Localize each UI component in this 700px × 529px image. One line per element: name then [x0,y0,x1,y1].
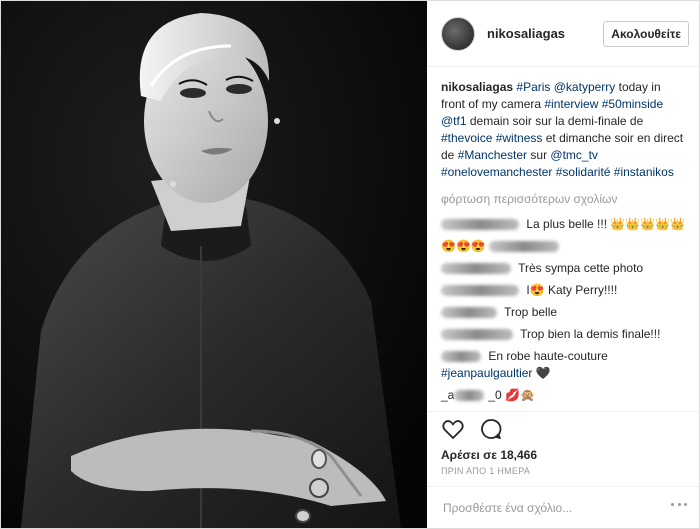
katy-perry-portrait-image [1,1,427,528]
post-photo[interactable] [1,1,427,528]
more-options-icon[interactable] [671,503,687,507]
comment-text: La plus belle !!! 👑👑👑👑👑 [526,217,686,231]
comment: Très sympa cette photo [441,260,685,277]
dot [677,503,681,506]
comment-text: En robe haute-couture [488,349,608,363]
comment: En robe haute-couture #jeanpaulgaultier … [441,348,685,382]
caption-author[interactable]: nikosaliagas [441,80,513,94]
following-button[interactable]: Ακολουθείτε [603,20,689,47]
caption-text: sur [527,148,551,162]
hashtag-paris[interactable]: #Paris [516,80,550,94]
hashtag-jeanpaulgaultier[interactable]: #jeanpaulgaultier [441,366,532,380]
comment-text: Trop bien la demis finale!!! [520,327,661,341]
mention-katyperry[interactable]: @katyperry [554,80,616,94]
post-header: nikosaliagas Ακολουθείτε [427,1,699,67]
comment-text: Trop belle [504,305,558,319]
blurred-username [489,241,560,253]
comment: Trop bien la demis finale!!! [441,326,685,343]
hashtag-manchester[interactable]: #Manchester [458,148,527,162]
post-timestamp: ΠΡΙΝ ΑΠΟ 1 ΗΜΕΡΑ [441,466,531,476]
comment: La plus belle !!! 👑👑👑👑👑 [441,216,685,233]
post-caption: nikosaliagas #Paris @katyperry today in … [441,79,685,181]
add-comment-bar [427,486,699,528]
post-actions [427,411,699,446]
comment: 😍😍😍 [441,238,685,255]
blurred-username [454,390,485,402]
comments-section: nikosaliagas #Paris @katyperry today in … [427,67,699,411]
dot [671,503,674,506]
blurred-username [441,329,513,341]
load-more-comments-link[interactable]: φόρτωση περισσότερων σχολίων [441,191,685,208]
post-side-panel: nikosaliagas Ακολουθείτε nikosaliagas #P… [427,1,699,528]
likes-count[interactable]: Αρέσει σε 18,466 [427,448,699,462]
mention-tmc-tv[interactable]: @tmc_tv [550,148,598,162]
blurred-username [441,307,497,319]
comment: Trop belle [441,304,685,321]
mention-tf1[interactable]: @tf1 [441,114,467,128]
hashtag-interview[interactable]: #interview [544,97,598,111]
comment-text: 💋🙊 [501,388,535,402]
comment-username-fragment: _a [441,388,455,402]
blurred-username [441,263,511,275]
add-comment-input[interactable] [441,499,685,516]
caption-text: demain soir sur la demi-finale de [466,114,644,128]
hashtag-onelovemanchester[interactable]: #onelovemanchester [441,165,552,179]
avatar[interactable] [441,16,475,51]
comment: _a _0 💋🙊 [441,387,685,404]
hashtag-50minside[interactable]: #50minside [602,97,663,111]
comment-text: 😍😍😍 [441,239,486,253]
hashtag-instanikos[interactable]: #instanikos [614,165,674,179]
comment-text: Très sympa cette photo [518,261,644,275]
comment-text: 🖤 [532,366,551,380]
comment-text: I😍 Katy Perry!!!! [526,283,618,297]
heart-icon[interactable] [441,417,465,441]
comment-username-fragment: _0 [488,388,502,402]
instagram-post: nikosaliagas Ακολουθείτε nikosaliagas #P… [0,0,700,529]
blurred-username [441,285,519,297]
hashtag-witness[interactable]: #witness [496,131,543,145]
comment: I😍 Katy Perry!!!! [441,282,685,299]
comment-bubble-icon[interactable] [479,417,503,441]
username[interactable]: nikosaliagas [487,26,603,41]
hashtag-solidarite[interactable]: #solidarité [556,165,611,179]
blurred-username [441,219,519,231]
blurred-username [441,351,481,363]
hashtag-thevoice[interactable]: #thevoice [441,131,492,145]
dot [684,503,687,506]
